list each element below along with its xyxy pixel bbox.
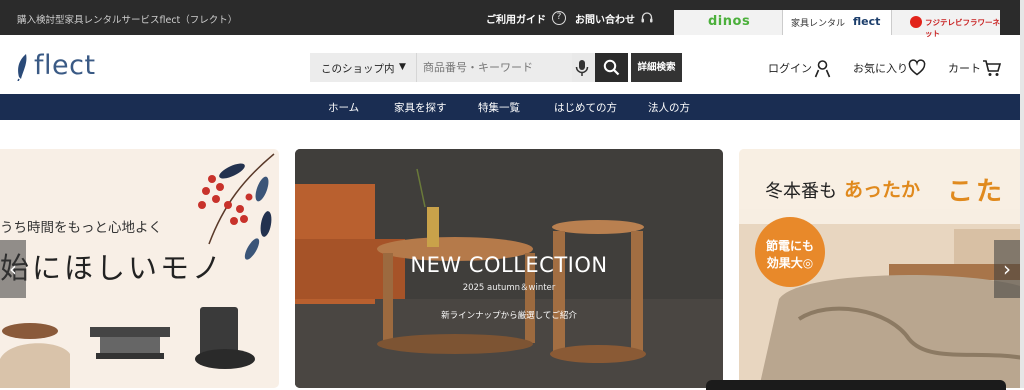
brand-tabs: dinos 家具レンタル flect フジテレビフラワーネット [674,10,1000,38]
banner-left-headline: 始にほしいモノ [0,251,225,285]
badge-line-2: 効果大◎ [766,256,814,270]
banner-kotatsu[interactable]: 冬本番も あったか こた 節電にも 効果大◎ [739,149,1024,388]
nav-item-features[interactable]: 特集一覧 [478,100,520,115]
nav-item-beginners[interactable]: はじめての方 [554,100,617,115]
fuji-tab-label: フジテレビフラワーネット [925,18,1000,38]
carousel-next-button[interactable]: › [994,240,1020,298]
banner-right-heading-3: こた [947,177,1006,207]
feather-logo-icon [17,54,27,81]
headset-icon[interactable] [640,11,654,25]
fuji-logo-icon [910,16,922,28]
banner-center-subtitle: 2025 autumn＆winter [462,283,556,293]
global-nav: ホーム 家具を探す 特集一覧 はじめての方 法人の方 [0,94,1021,120]
cart-link[interactable]: カート [948,60,981,76]
tab-dinos[interactable]: dinos [674,10,782,35]
banner-right-heading-2: あったか [844,179,921,201]
user-icon[interactable] [814,59,831,78]
badge-line-1: 節電にも [765,239,814,253]
search-scope-label: このショップ内 [321,63,395,75]
search-input[interactable] [417,53,572,82]
cart-icon[interactable] [982,59,1002,77]
advanced-search-button[interactable]: 詳細検索 [631,53,682,82]
flect-tab-label: 家具レンタル [791,19,846,29]
top-bar: 購入検討型家具レンタルサービスflect（フレクト） ご利用ガイド ? お問い合… [0,0,1024,38]
search-bar: このショップ内 ▼ [310,53,628,82]
page-scrollbar[interactable] [1020,0,1024,388]
energy-saving-badge: 節電にも 効果大◎ [755,217,825,287]
tab-flect[interactable]: 家具レンタル flect [782,10,891,35]
chevron-down-icon: ▼ [399,62,406,72]
nav-item-business[interactable]: 法人の方 [648,100,690,115]
guide-link[interactable]: ご利用ガイド [486,11,546,26]
banner-center-description: 新ラインナップから厳選してご紹介 [441,311,577,321]
banner-left[interactable]: うち時間をもっと心地よく 始にほしいモノ [0,149,279,388]
tab-fuji-flower[interactable]: フジテレビフラワーネット [891,10,1000,38]
site-description: 購入検討型家具レンタルサービスflect（フレクト） [17,15,238,26]
floating-bottom-bar[interactable] [706,380,1006,390]
products-illustration [0,307,255,388]
flect-tab-logo: flect [853,15,881,28]
nav-item-find-furniture[interactable]: 家具を探す [394,100,447,115]
search-icon [603,59,620,76]
nav-item-home[interactable]: ホーム [328,100,359,115]
logo-text: flect [34,50,96,81]
banner-new-collection[interactable]: NEW COLLECTION 2025 autumn＆winter 新ラインナッ… [295,149,723,388]
banner-right-heading-1: 冬本番も [765,181,837,202]
search-button[interactable] [595,53,628,82]
login-link[interactable]: ログイン [768,60,812,76]
carousel-prev-button[interactable]: ‹ [0,240,26,298]
favorites-link[interactable]: お気に入り [853,60,908,76]
contact-link[interactable]: お問い合わせ [575,11,635,26]
search-scope-select[interactable]: このショップ内 ▼ [310,53,416,82]
question-circle-icon[interactable]: ? [552,11,566,25]
microphone-icon[interactable] [572,58,592,78]
dinos-logo: dinos [708,14,751,29]
heart-icon[interactable] [908,59,926,76]
banner-center-title: NEW COLLECTION [410,253,608,277]
banner-left-tagline: うち時間をもっと心地よく [0,220,162,236]
